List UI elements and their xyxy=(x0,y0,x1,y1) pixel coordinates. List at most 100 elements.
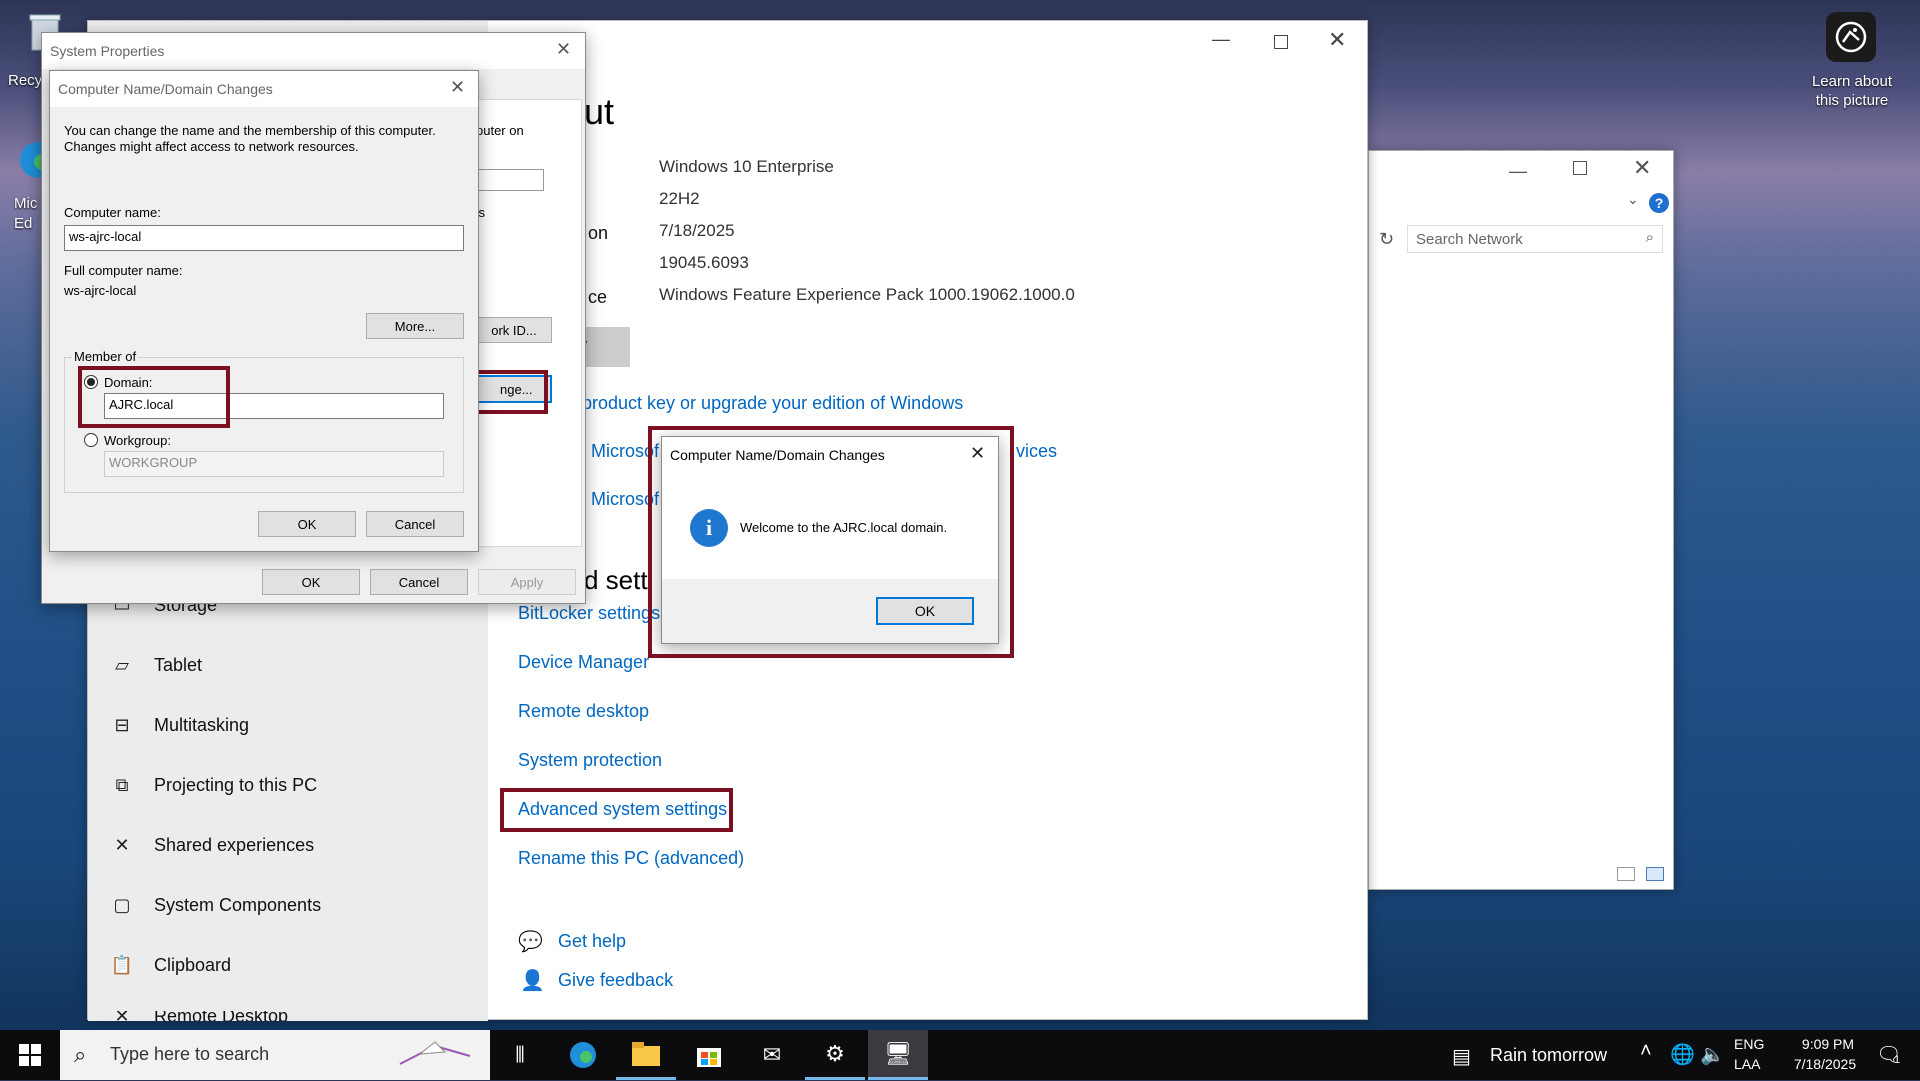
tablet-icon: ▱ xyxy=(115,654,129,675)
computer-name-input[interactable]: ws-ajrc-local xyxy=(64,225,464,251)
product-key-link[interactable]: product key or upgrade your edition of W… xyxy=(582,393,963,414)
nav-system-components[interactable]: ▢ System Components xyxy=(110,893,321,917)
name-changes-cancel-button[interactable]: Cancel xyxy=(366,511,464,537)
system-protection-link[interactable]: System protection xyxy=(518,750,662,771)
learn-picture-label[interactable]: Learn about this picture xyxy=(1806,72,1898,110)
large-icons-view-icon[interactable] xyxy=(1646,867,1664,881)
highlight-advanced-settings xyxy=(500,788,733,832)
nav-label: Remote Desktop xyxy=(154,1011,289,1021)
clock-time[interactable]: 9:09 PM xyxy=(1786,1036,1870,1052)
nav-label: System Components xyxy=(154,894,322,915)
intro-text: You can change the name and the membersh… xyxy=(64,123,436,154)
give-feedback-link[interactable]: Give feedback xyxy=(558,970,673,991)
search-network-input[interactable]: Search Network xyxy=(1416,231,1523,248)
workgroup-input[interactable]: WORKGROUP xyxy=(104,451,444,477)
search-icon[interactable]: ⌕ xyxy=(1646,229,1654,246)
minimize-icon[interactable]: — xyxy=(1212,29,1230,50)
description-field[interactable] xyxy=(476,169,544,191)
get-help-link[interactable]: Get help xyxy=(558,931,626,952)
sysprop-apply-button[interactable]: Apply xyxy=(478,569,576,595)
close-icon[interactable]: ✕ xyxy=(556,39,571,60)
related-settings-heading: d setti xyxy=(584,565,654,595)
close-icon[interactable]: ✕ xyxy=(1633,155,1651,181)
feedback-icon: 👤 xyxy=(520,970,545,992)
remote-desktop-link[interactable]: Remote desktop xyxy=(518,701,649,722)
spec-label-3: on xyxy=(588,223,609,243)
details-view-icon[interactable] xyxy=(1617,867,1635,881)
nav-label: Multitasking xyxy=(154,714,250,735)
sysprop-ok-button[interactable]: OK xyxy=(262,569,360,595)
volume-icon[interactable]: 🔈 xyxy=(1700,1042,1725,1067)
nav-multitasking[interactable]: ⊟ Multitasking xyxy=(110,713,249,737)
rename-pc-link[interactable]: Rename this PC (advanced) xyxy=(518,848,744,869)
clock-date[interactable]: 7/18/2025 xyxy=(1780,1056,1870,1072)
bitlocker-link[interactable]: BitLocker settings xyxy=(518,603,660,624)
projecting-icon: ⧉ xyxy=(115,774,129,795)
close-icon[interactable]: ✕ xyxy=(450,77,465,98)
recycle-bin-label: Recy xyxy=(8,72,43,89)
taskbar-search-input[interactable]: Type here to search xyxy=(110,1044,269,1065)
start-button[interactable] xyxy=(0,1030,60,1080)
workgroup-label: Workgroup: xyxy=(104,433,171,448)
device-manager-link[interactable]: Device Manager xyxy=(518,652,649,673)
clipboard-icon: 📋 xyxy=(110,954,134,975)
sysprop-cancel-button[interactable]: Cancel xyxy=(370,569,468,595)
name-changes-ok-button[interactable]: OK xyxy=(258,511,356,537)
spec-edition: Windows 10 Enterprise xyxy=(659,157,834,176)
dialog-title: System Properties xyxy=(42,33,585,69)
nav-remote-desktop[interactable]: ✕ Remote Desktop xyxy=(110,1011,288,1021)
edge-desktop-label: Mic Ed xyxy=(14,195,38,232)
maximize-icon[interactable] xyxy=(1274,35,1288,49)
member-of-label: Member of xyxy=(72,349,139,364)
refresh-icon[interactable]: ↻ xyxy=(1379,229,1394,250)
full-name-label: Full computer name: xyxy=(64,263,183,278)
nav-label: Tablet xyxy=(154,654,203,675)
language-line-1[interactable]: ENG xyxy=(1734,1036,1764,1052)
page-title: ut xyxy=(584,91,615,132)
nav-label: Clipboard xyxy=(154,954,232,975)
nav-label: Shared experiences xyxy=(154,834,315,855)
nav-label: Projecting to this PC xyxy=(154,774,318,795)
task-view-icon[interactable]: ⫴ xyxy=(490,1030,550,1080)
notification-icon[interactable]: 🗨 1 xyxy=(1872,1040,1908,1070)
nav-shared-experiences[interactable]: ✕ Shared experiences xyxy=(110,833,314,857)
language-line-2[interactable]: LAA xyxy=(1734,1056,1760,1072)
help-icon[interactable]: ? xyxy=(1649,193,1669,213)
shared-experiences-icon: ✕ xyxy=(114,834,130,855)
computer-name-label: Computer name: xyxy=(64,205,161,220)
highlight-domain-radio xyxy=(78,366,230,428)
network-id-button[interactable]: ork ID... xyxy=(476,317,552,343)
weather-icon[interactable]: ▤ xyxy=(1452,1044,1471,1069)
dialog-title: Computer Name/Domain Changes xyxy=(50,71,478,107)
learn-picture-icon[interactable] xyxy=(1826,12,1876,62)
settings-gear-icon[interactable]: ⚙ xyxy=(805,1030,865,1080)
name-changes-dialog: Computer Name/Domain Changes ✕ You can c… xyxy=(49,70,479,552)
store-icon[interactable] xyxy=(679,1030,739,1080)
system-properties-taskbar-icon[interactable]: 🖥 xyxy=(868,1030,928,1080)
maximize-icon[interactable] xyxy=(1573,161,1587,175)
search-network-box[interactable]: Search Network ⌕ xyxy=(1407,225,1663,253)
notification-count: 1 xyxy=(1894,1054,1901,1066)
minimize-icon[interactable]: — xyxy=(1509,161,1527,182)
weather-label[interactable]: Rain tomorrow xyxy=(1490,1045,1607,1066)
highlight-welcome-dialog xyxy=(648,426,1014,658)
more-button[interactable]: More... xyxy=(366,313,464,339)
spec-experience: Windows Feature Experience Pack 1000.190… xyxy=(659,285,1075,304)
workgroup-radio[interactable] xyxy=(84,433,98,447)
nav-projecting[interactable]: ⧉ Projecting to this PC xyxy=(110,773,318,797)
spec-label-5: ce xyxy=(588,287,608,307)
taskbar-search-box[interactable]: ⌕ Type here to search xyxy=(60,1030,490,1080)
close-icon[interactable]: ✕ xyxy=(1328,27,1346,53)
mail-icon[interactable]: ✉ xyxy=(742,1030,802,1080)
file-explorer-icon[interactable] xyxy=(616,1030,676,1080)
spec-installed: 7/18/2025 xyxy=(659,221,735,240)
edge-taskbar-icon[interactable] xyxy=(553,1030,613,1080)
network-globe-icon[interactable]: 🌐 xyxy=(1670,1042,1695,1067)
get-help-icon: 💬 xyxy=(518,931,543,953)
full-name-value: ws-ajrc-local xyxy=(64,283,137,298)
chevron-down-icon[interactable]: ⌄ xyxy=(1627,191,1639,208)
nav-tablet[interactable]: ▱ Tablet xyxy=(110,653,202,677)
nav-clipboard[interactable]: 📋 Clipboard xyxy=(110,953,231,977)
microsoft-services-link-tail[interactable]: vices xyxy=(1016,441,1057,462)
tray-chevron-icon[interactable]: ˄ xyxy=(1640,1040,1652,1063)
